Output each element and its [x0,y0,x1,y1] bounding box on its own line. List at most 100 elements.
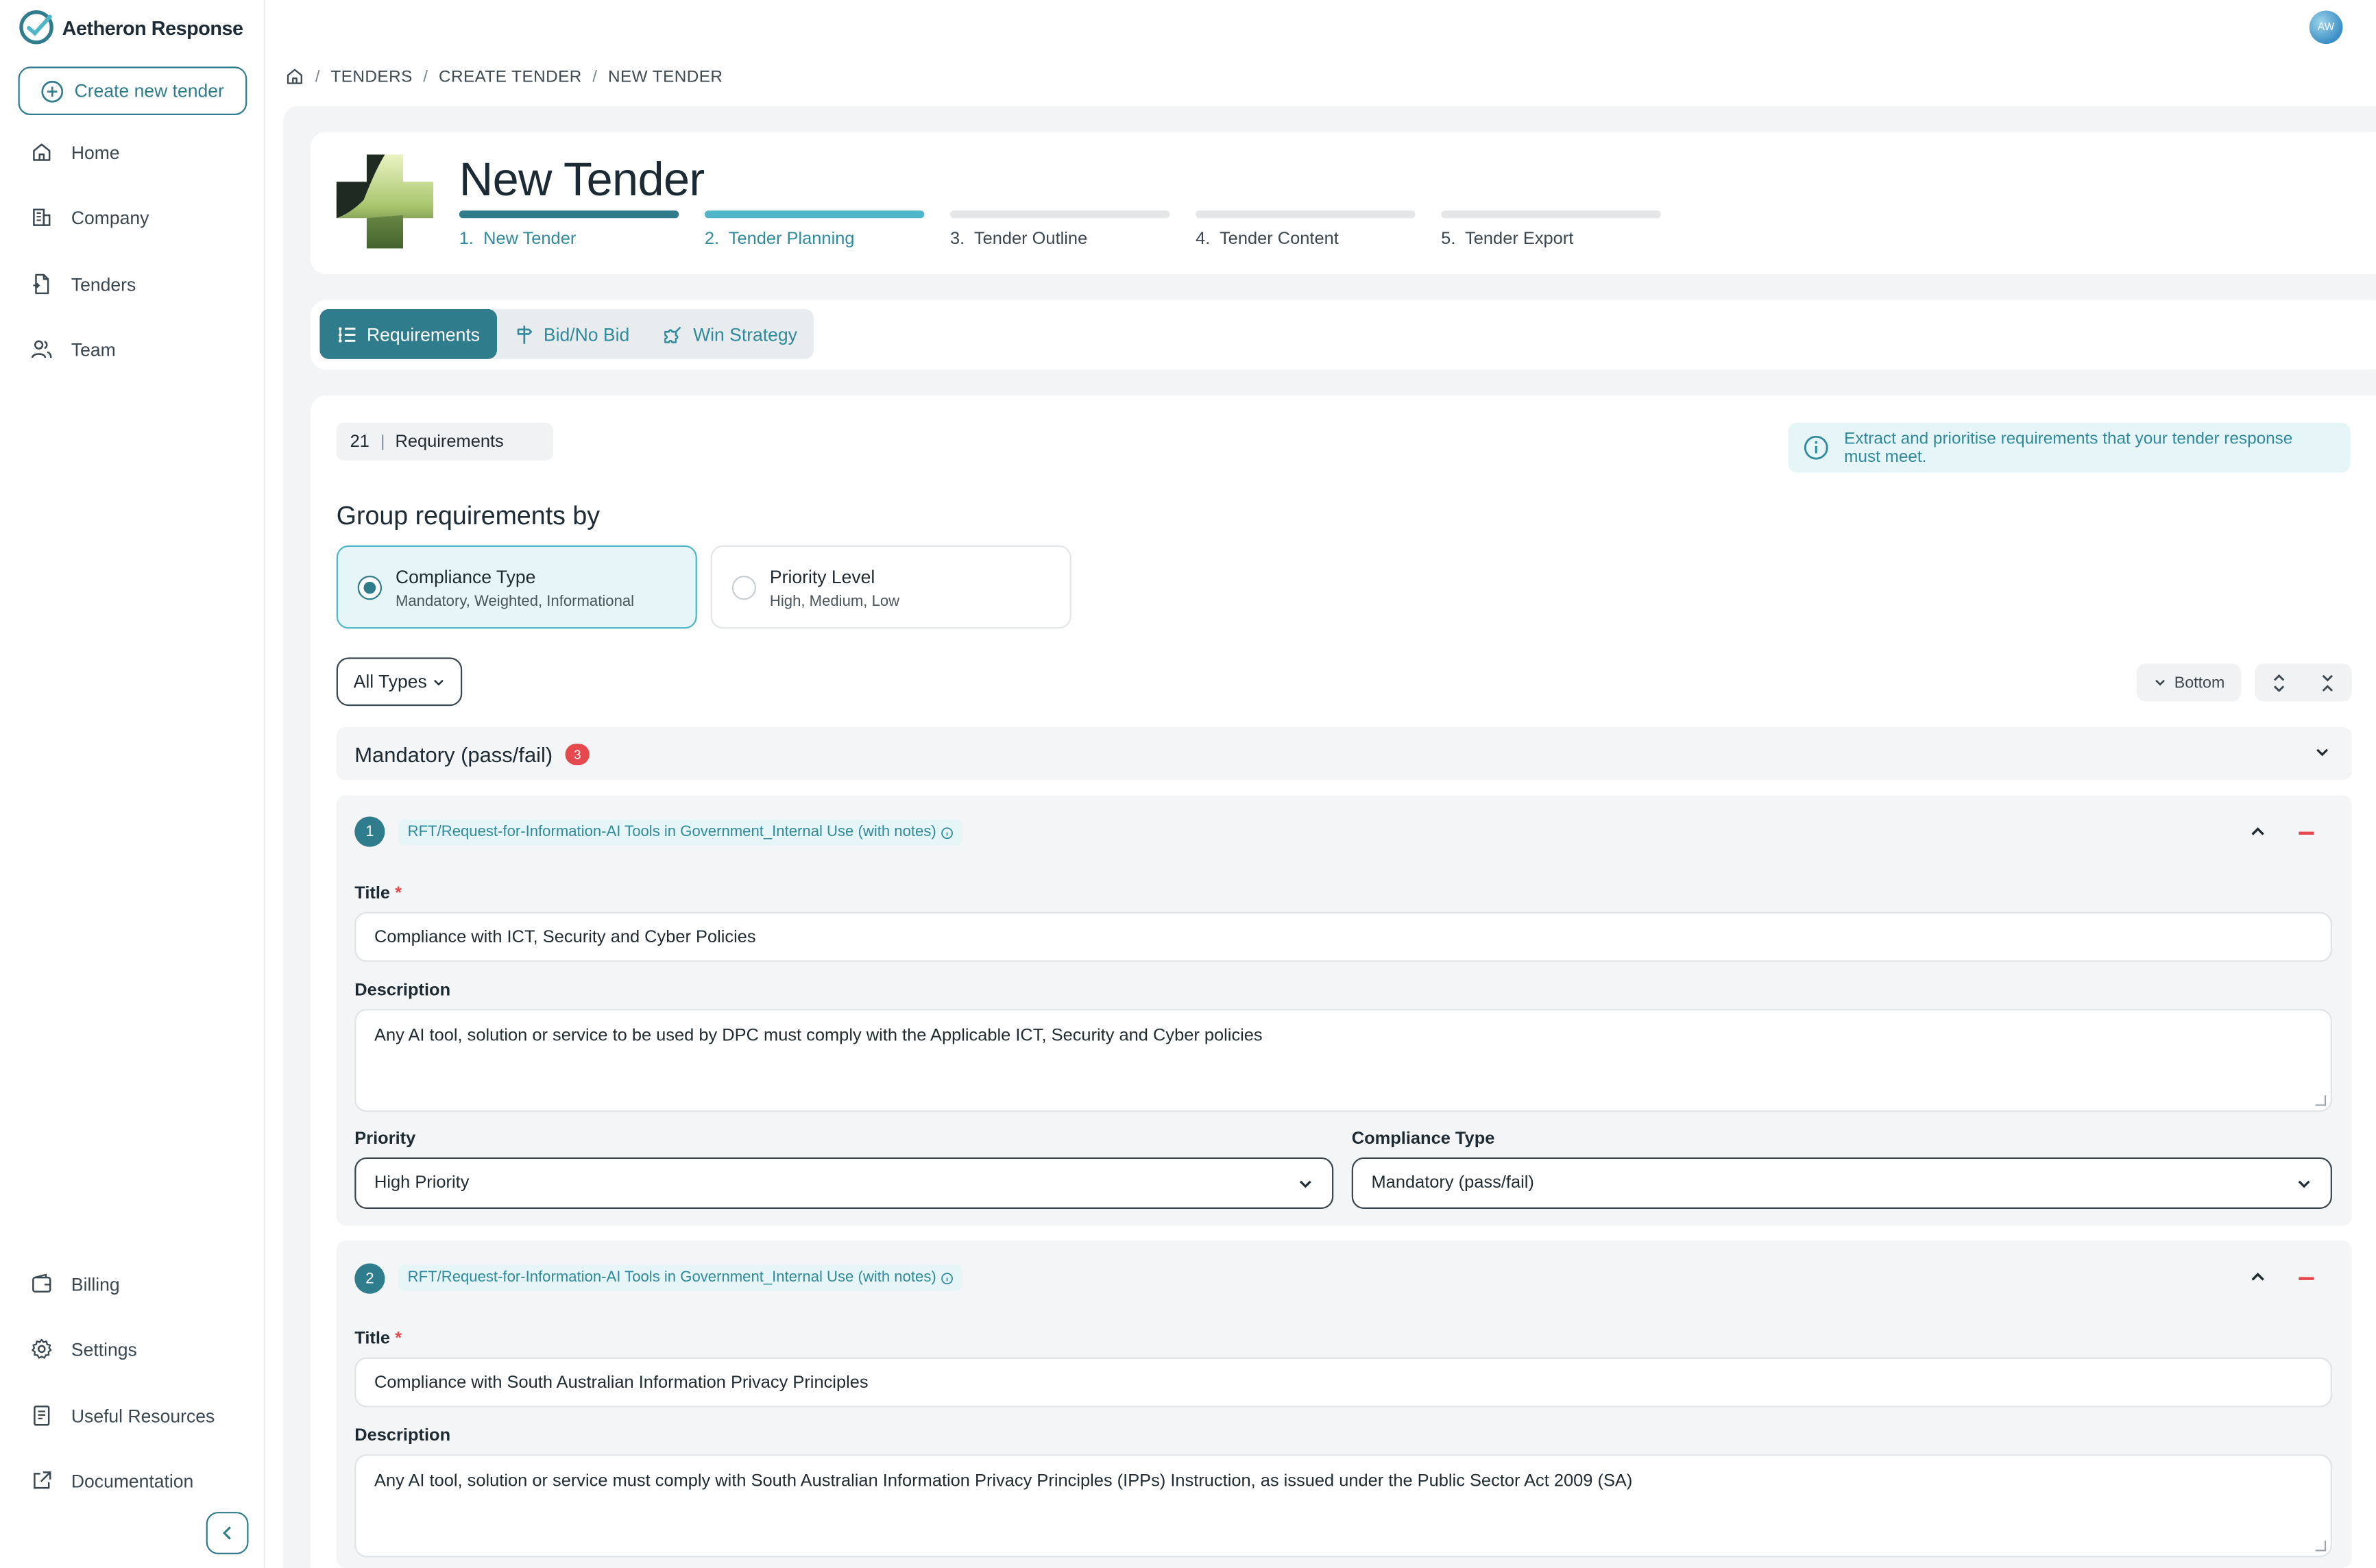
description-textarea[interactable]: Any AI tool, solution or service to be u… [354,1009,2332,1112]
requirements-count-number: 21 [350,432,369,451]
requirement-card: 1 RFT/Request-for-Information-AI Tools i… [336,795,2352,1226]
create-new-tender-button[interactable]: Create new tender [18,66,247,115]
step-new-tender[interactable]: 1. New Tender [459,210,679,249]
step-progress-bar [1196,210,1416,219]
sidebar-item-label: Useful Resources [71,1405,215,1427]
step-tender-planning[interactable]: 2. Tender Planning [704,210,925,249]
priority-value: High Priority [374,1174,470,1192]
breadcrumb-separator: / [315,67,321,86]
sidebar-item-tenders[interactable]: Tenders [30,273,136,295]
bottom-label: Bottom [2174,673,2225,692]
breadcrumb-item-new-tender: NEW TENDER [607,67,723,86]
step-progress-bar [704,210,925,219]
external-link-icon [34,1471,51,1489]
expand-all-icon[interactable] [2270,672,2288,693]
sidebar-item-billing[interactable]: Billing [30,1273,120,1295]
source-text: RFT/Request-for-Information-AI Tools in … [407,1269,936,1286]
chevron-down-icon[interactable] [2314,744,2330,760]
group-header-mandatory[interactable]: Mandatory (pass/fail) 3 [336,727,2352,781]
sidebar-item-company[interactable]: Company [30,206,149,229]
users-icon [32,340,52,358]
description-label: Description [354,981,451,1000]
tab-win-strategy[interactable]: Win Strategy [646,309,814,359]
book-icon [34,1405,50,1426]
requirement-card: 2 RFT/Request-for-Information-AI Tools i… [336,1240,2352,1568]
tab-label: Requirements [366,323,481,345]
brand-name: Aetheron Response [62,16,243,39]
remove-requirement-icon[interactable] [2299,1277,2314,1279]
home-icon[interactable] [285,66,305,86]
requirement-source-tag[interactable]: RFT/Request-for-Information-AI Tools in … [398,819,962,846]
step-progress-bar [459,210,679,219]
priority-select[interactable]: High Priority [354,1157,1334,1209]
chevron-down-icon [1299,1180,1311,1188]
breadcrumb-item-tenders[interactable]: TENDERS [330,67,412,86]
chevron-down-icon [2298,1180,2310,1188]
brand[interactable]: Aetheron Response [19,9,243,45]
compliance-type-select[interactable]: Mandatory (pass/fail) [1351,1157,2332,1209]
priority-label: Priority [354,1130,416,1149]
compliance-type-label: Compliance Type [1351,1130,1495,1149]
title-input[interactable]: Compliance with ICT, Security and Cyber … [354,911,2332,962]
requirement-number: 2 [354,1263,385,1294]
info-text: Extract and prioritise requirements that… [1844,429,2293,466]
sidebar-item-documentation[interactable]: Documentation [30,1469,193,1492]
tender-cross-logo-icon [336,154,434,249]
sidebar: Aetheron Response Create new tender Home… [0,0,265,1568]
chevron-up-icon[interactable] [2248,1268,2267,1286]
radio-unselected[interactable] [731,575,757,600]
chevron-up-icon[interactable] [2248,822,2267,841]
description-textarea[interactable]: Any AI tool, solution or service must co… [354,1454,2332,1558]
title-input[interactable]: Compliance with South Australian Informa… [354,1357,2332,1408]
puzzle-icon [665,326,682,343]
sidebar-item-useful-resources[interactable]: Useful Resources [30,1404,215,1427]
requirement-source-tag[interactable]: RFT/Request-for-Information-AI Tools in … [398,1264,962,1291]
group-option-priority-level[interactable]: Priority Level High, Medium, Low [710,545,1071,629]
avatar[interactable]: AW [2309,10,2343,45]
group-by-title: Group requirements by [336,501,601,530]
step-progress-bar [949,210,1170,219]
compliance-value: Mandatory (pass/fail) [1371,1174,1534,1192]
description-text: Any AI tool, solution or service must co… [374,1472,1633,1491]
tab-label: Win Strategy [693,323,797,345]
create-new-tender-label: Create new tender [74,80,224,102]
scroll-bottom-button[interactable]: Bottom [2136,663,2242,702]
group-name: Mandatory (pass/fail) [354,742,553,766]
remove-requirement-icon[interactable] [2299,831,2314,834]
sidebar-item-label: Team [71,339,116,360]
group-count-badge: 3 [564,743,590,765]
option-subtitle: Mandatory, Weighted, Informational [395,593,635,611]
signpost-icon [517,325,532,343]
option-title: Priority Level [769,566,875,588]
tab-requirements[interactable]: Requirements [319,308,497,359]
option-title: Compliance Type [395,566,536,588]
group-option-compliance-type[interactable]: Compliance Type Mandatory, Weighted, Inf… [336,545,697,629]
step-progress-bar [1441,210,1661,219]
step-tender-outline[interactable]: 3. Tender Outline [949,210,1170,249]
collapse-all-icon[interactable] [2318,672,2337,693]
sidebar-item-team[interactable]: Team [30,338,116,360]
sidebar-item-settings[interactable]: Settings [30,1338,137,1360]
collapse-sidebar-button[interactable] [206,1512,249,1554]
resize-handle[interactable] [2315,1541,2327,1552]
type-filter-dropdown[interactable]: All Types [336,657,463,707]
step-label: 2. Tender Planning [704,230,855,249]
requirements-count-label: Requirements [395,432,504,451]
step-label: 1. New Tender [459,230,577,249]
sidebar-item-label: Documentation [71,1470,194,1492]
step-tender-content[interactable]: 4. Tender Content [1196,210,1416,249]
step-label: 5. Tender Export [1441,230,1574,249]
resize-handle[interactable] [2315,1095,2327,1106]
step-tender-export[interactable]: 5. Tender Export [1441,210,1661,249]
radio-selected[interactable] [357,575,383,600]
sidebar-item-label: Settings [71,1338,137,1360]
gear-icon [32,1338,52,1359]
tab-bid-no-bid[interactable]: Bid/No Bid [496,309,646,359]
sidebar-item-home[interactable]: Home [30,141,120,164]
description-label: Description [354,1427,451,1445]
breadcrumb-item-create-tender[interactable]: CREATE TENDER [439,67,582,86]
home-icon [33,143,51,161]
requirement-number: 1 [354,816,385,847]
sidebar-item-label: Home [71,141,120,163]
plus-circle-icon [41,79,64,102]
